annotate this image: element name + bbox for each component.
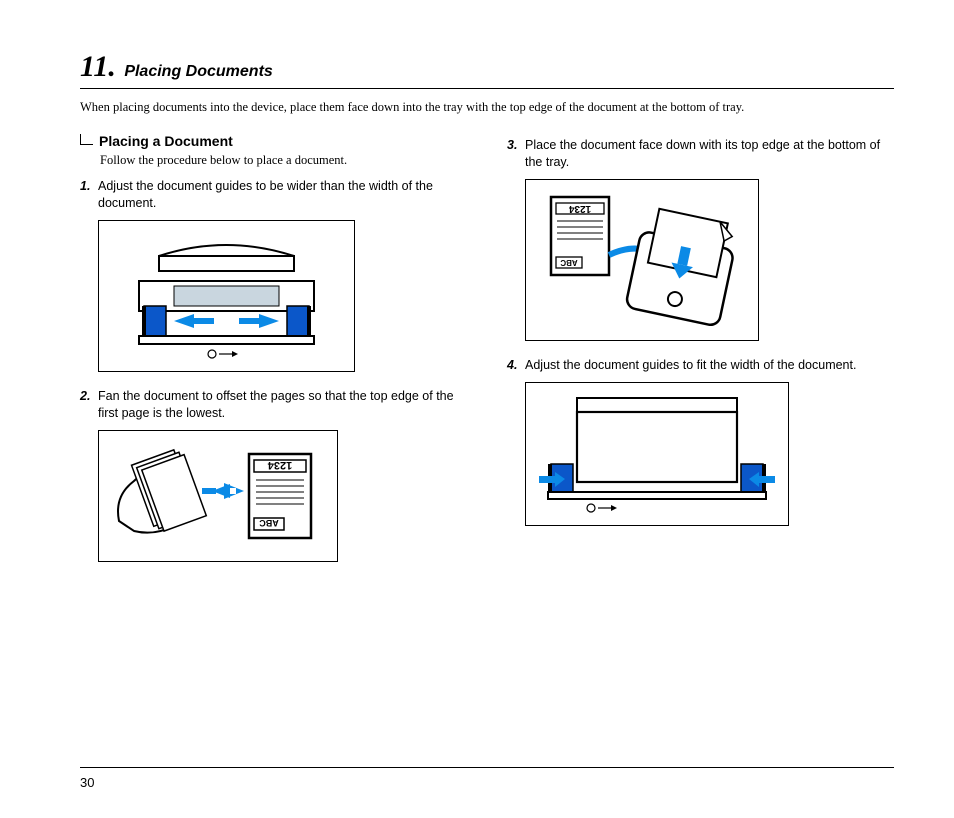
step-4: 4. Adjust the document guides to fit the…: [507, 357, 894, 374]
chapter-title: Placing Documents: [124, 63, 272, 80]
left-column: Placing a Document Follow the procedure …: [80, 133, 467, 578]
figure-3: 1234 ABC: [525, 179, 759, 341]
step-3: 3. Place the document face down with its…: [507, 137, 894, 171]
page-number: 30: [80, 775, 94, 790]
two-column-layout: Placing a Document Follow the procedure …: [80, 133, 894, 578]
doc-label-abc: ABC: [259, 518, 279, 528]
svg-text:ABC: ABC: [560, 258, 578, 267]
step-3-text: Place the document face down with its to…: [525, 137, 894, 171]
section-bullet-icon: [80, 134, 93, 145]
chapter-header: 11. Placing Documents: [80, 50, 894, 89]
step-2-number: 2.: [80, 388, 98, 405]
section-heading: Placing a Document: [80, 133, 467, 149]
step-2-text: Fan the document to offset the pages so …: [98, 388, 467, 422]
figure-4: [525, 382, 789, 526]
step-3-number: 3.: [507, 137, 525, 154]
svg-text:1234: 1234: [568, 203, 591, 214]
intro-paragraph: When placing documents into the device, …: [80, 99, 894, 115]
manual-page: 11. Placing Documents When placing docum…: [0, 0, 954, 818]
right-column: 3. Place the document face down with its…: [507, 133, 894, 578]
section-subtext: Follow the procedure below to place a do…: [100, 153, 467, 168]
step-4-text: Adjust the document guides to fit the wi…: [525, 357, 894, 374]
doc-label-1234: 1234: [267, 459, 292, 471]
figure-2: 1234 ABC: [98, 430, 338, 562]
chapter-number: 11.: [80, 50, 116, 83]
step-1-number: 1.: [80, 178, 98, 195]
step-1-text: Adjust the document guides to be wider t…: [98, 178, 467, 212]
figure-1: [98, 220, 355, 372]
step-2: 2. Fan the document to offset the pages …: [80, 388, 467, 422]
footer-rule: [80, 767, 894, 768]
step-4-number: 4.: [507, 357, 525, 374]
step-1: 1. Adjust the document guides to be wide…: [80, 178, 467, 212]
section-heading-text: Placing a Document: [99, 133, 233, 149]
